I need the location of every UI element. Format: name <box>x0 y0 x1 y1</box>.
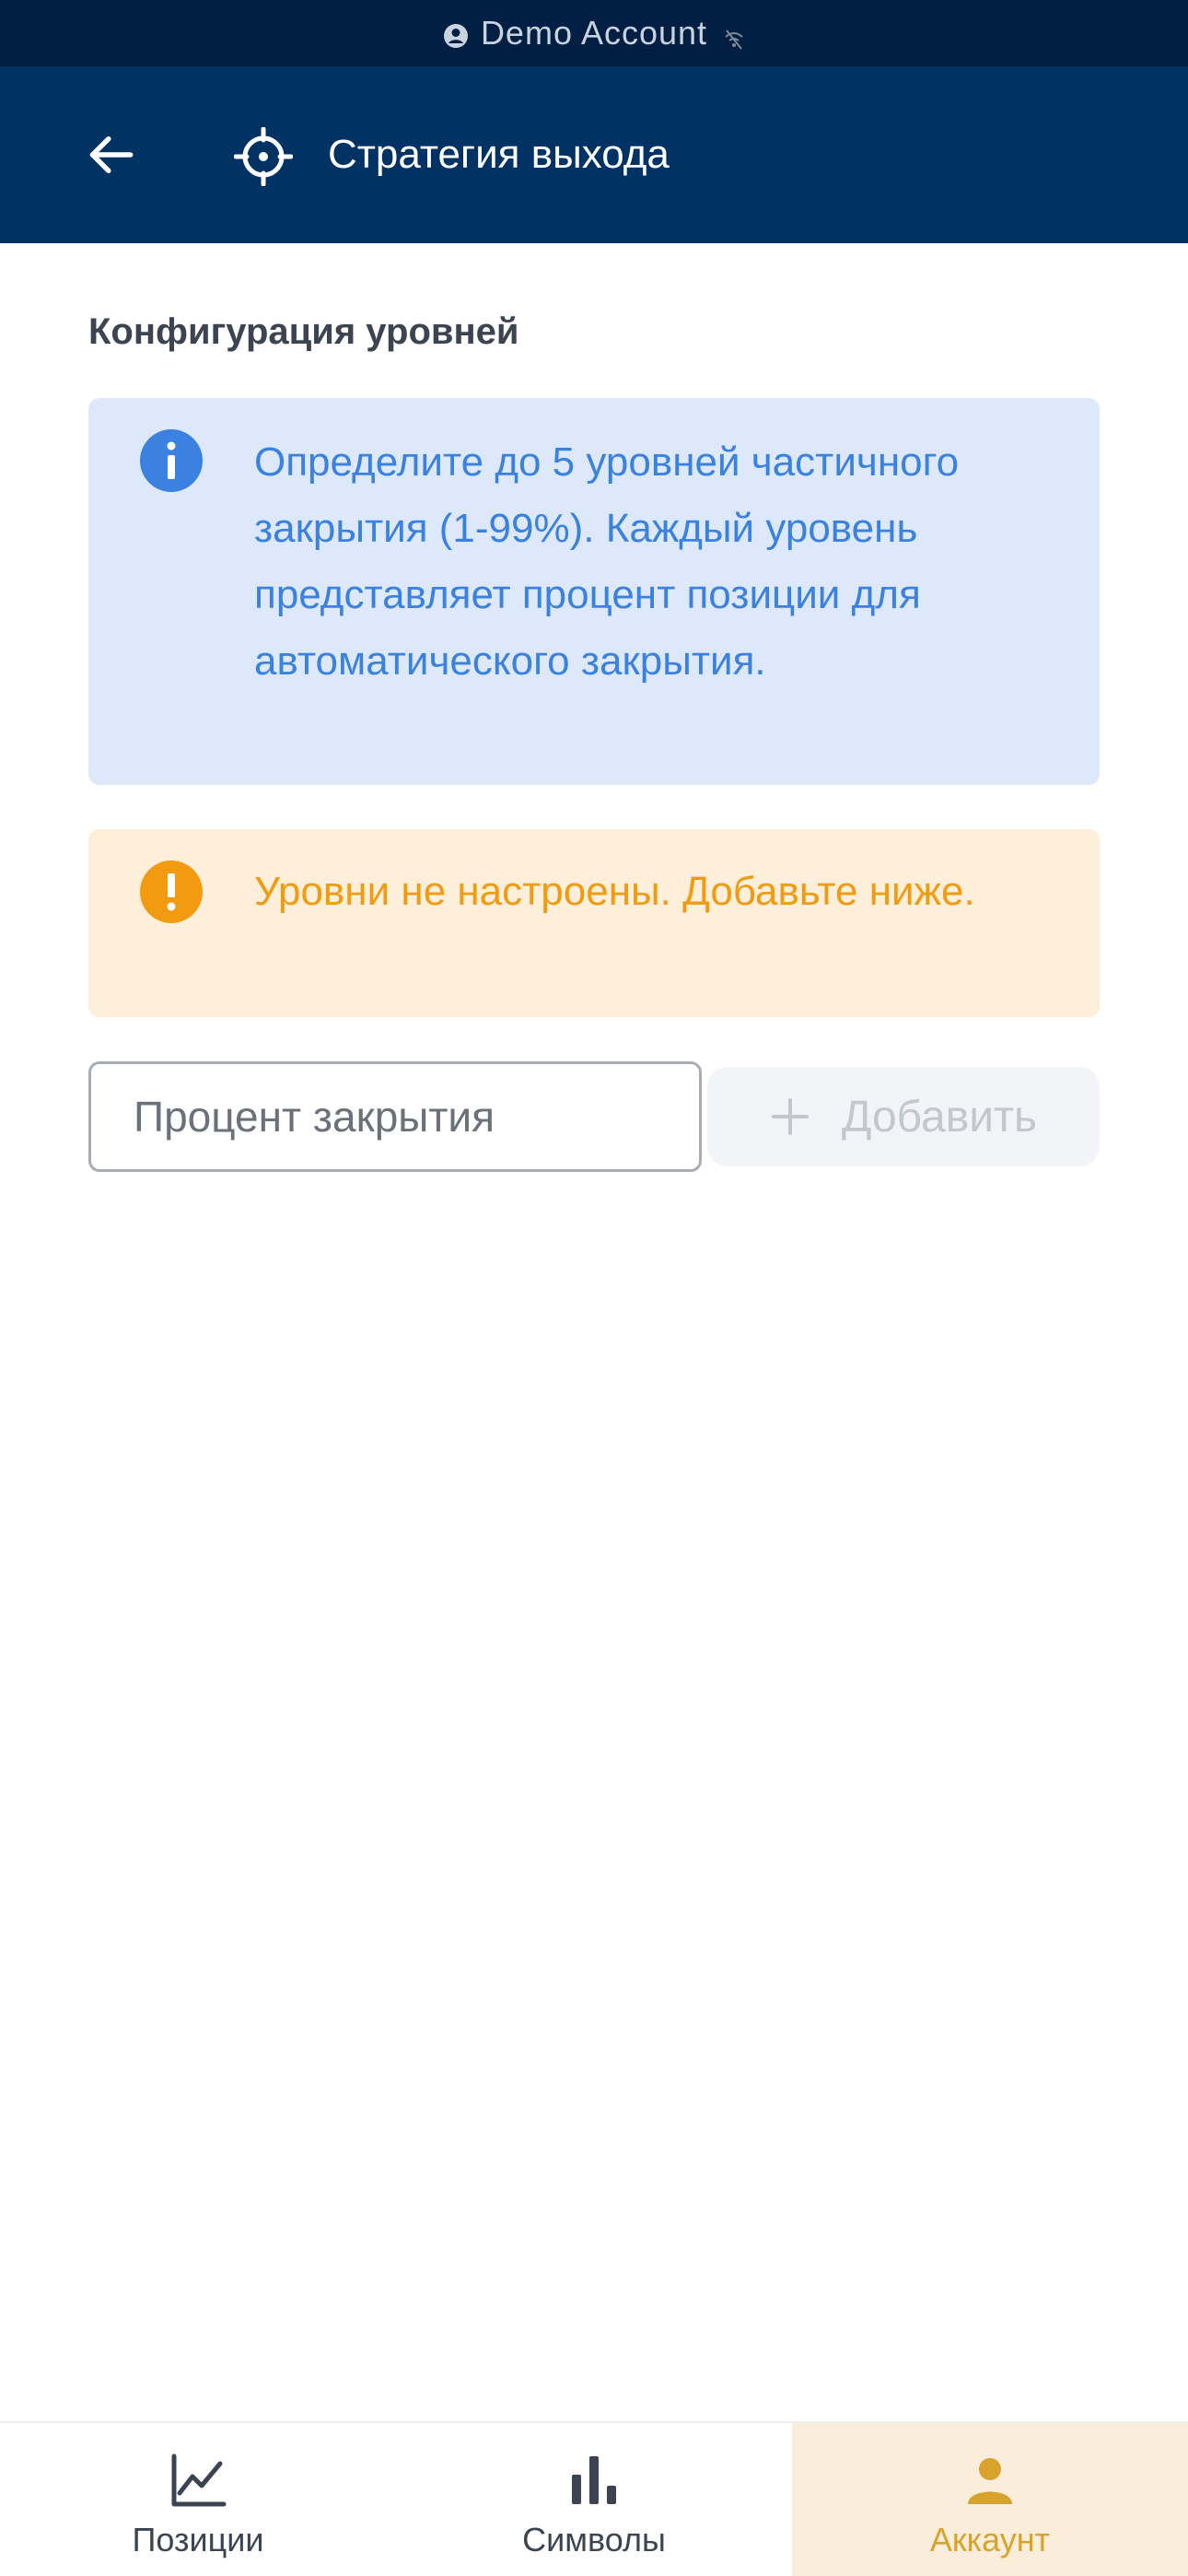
page-title: Стратегия выхода <box>328 132 670 177</box>
plus-icon <box>771 1098 809 1135</box>
nav-label: Позиции <box>132 2521 264 2558</box>
status-bar: Demo Account <box>0 0 1188 66</box>
person-icon <box>968 2458 1012 2504</box>
account-label: Demo Account <box>480 14 708 52</box>
add-button-label: Добавить <box>841 1092 1038 1142</box>
close-percent-input[interactable] <box>88 1061 702 1172</box>
account-circle-icon <box>442 19 470 48</box>
section-title: Конфигурация уровней <box>88 311 519 352</box>
arrow-left-icon <box>89 135 134 174</box>
warning-card: Уровни не настроены. Добавьте ниже. <box>88 829 1100 1017</box>
bar-chart-icon <box>572 2456 616 2504</box>
line-chart-icon <box>171 2453 227 2507</box>
exit-strategy-screen: Demo Account Стратегия выхода Конфигурац… <box>0 0 1188 2576</box>
bottom-nav: Позиции Символы Аккаунт <box>0 2421 1188 2576</box>
exclamation-icon <box>138 859 204 925</box>
back-button[interactable] <box>77 122 144 188</box>
app-bar: Стратегия выхода <box>0 66 1188 243</box>
nav-item-positions[interactable]: Позиции <box>0 2423 396 2576</box>
crosshair-target-icon <box>233 126 294 187</box>
nav-label: Аккаунт <box>929 2521 1051 2558</box>
info-text: Определите до 5 уровней частичного закры… <box>254 439 960 684</box>
nav-item-symbols[interactable]: Символы <box>396 2423 792 2576</box>
nav-label: Символы <box>522 2521 666 2558</box>
warning-text: Уровни не настроены. Добавьте ниже. <box>254 869 975 914</box>
wifi-off-icon <box>722 21 746 50</box>
info-icon <box>138 427 204 494</box>
nav-item-account[interactable]: Аккаунт <box>792 2423 1188 2576</box>
add-level-button[interactable]: Добавить <box>707 1067 1100 1166</box>
info-card: Определите до 5 уровней частичного закры… <box>88 398 1100 785</box>
